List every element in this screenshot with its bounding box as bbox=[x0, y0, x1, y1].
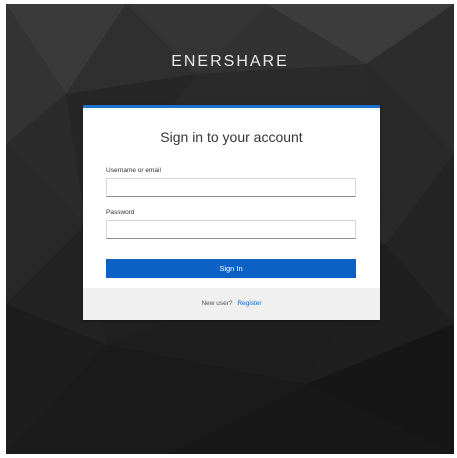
register-link[interactable]: Register bbox=[237, 300, 261, 307]
username-input[interactable] bbox=[106, 178, 356, 197]
register-footer: New user? Register bbox=[83, 288, 380, 320]
password-label: Password bbox=[106, 209, 135, 216]
login-title: Sign in to your account bbox=[160, 129, 303, 145]
brand-title: ENERSHARE bbox=[171, 53, 289, 70]
login-page: ENERSHARE Sign in to your account Userna… bbox=[0, 0, 457, 458]
login-card: Sign in to your account Username or emai… bbox=[83, 105, 380, 320]
password-input[interactable] bbox=[106, 220, 356, 239]
register-prompt: New user? bbox=[201, 300, 233, 307]
username-label: Username or email bbox=[106, 167, 161, 174]
background: ENERSHARE Sign in to your account Userna… bbox=[6, 4, 454, 454]
sign-in-button[interactable]: Sign In bbox=[106, 259, 356, 278]
